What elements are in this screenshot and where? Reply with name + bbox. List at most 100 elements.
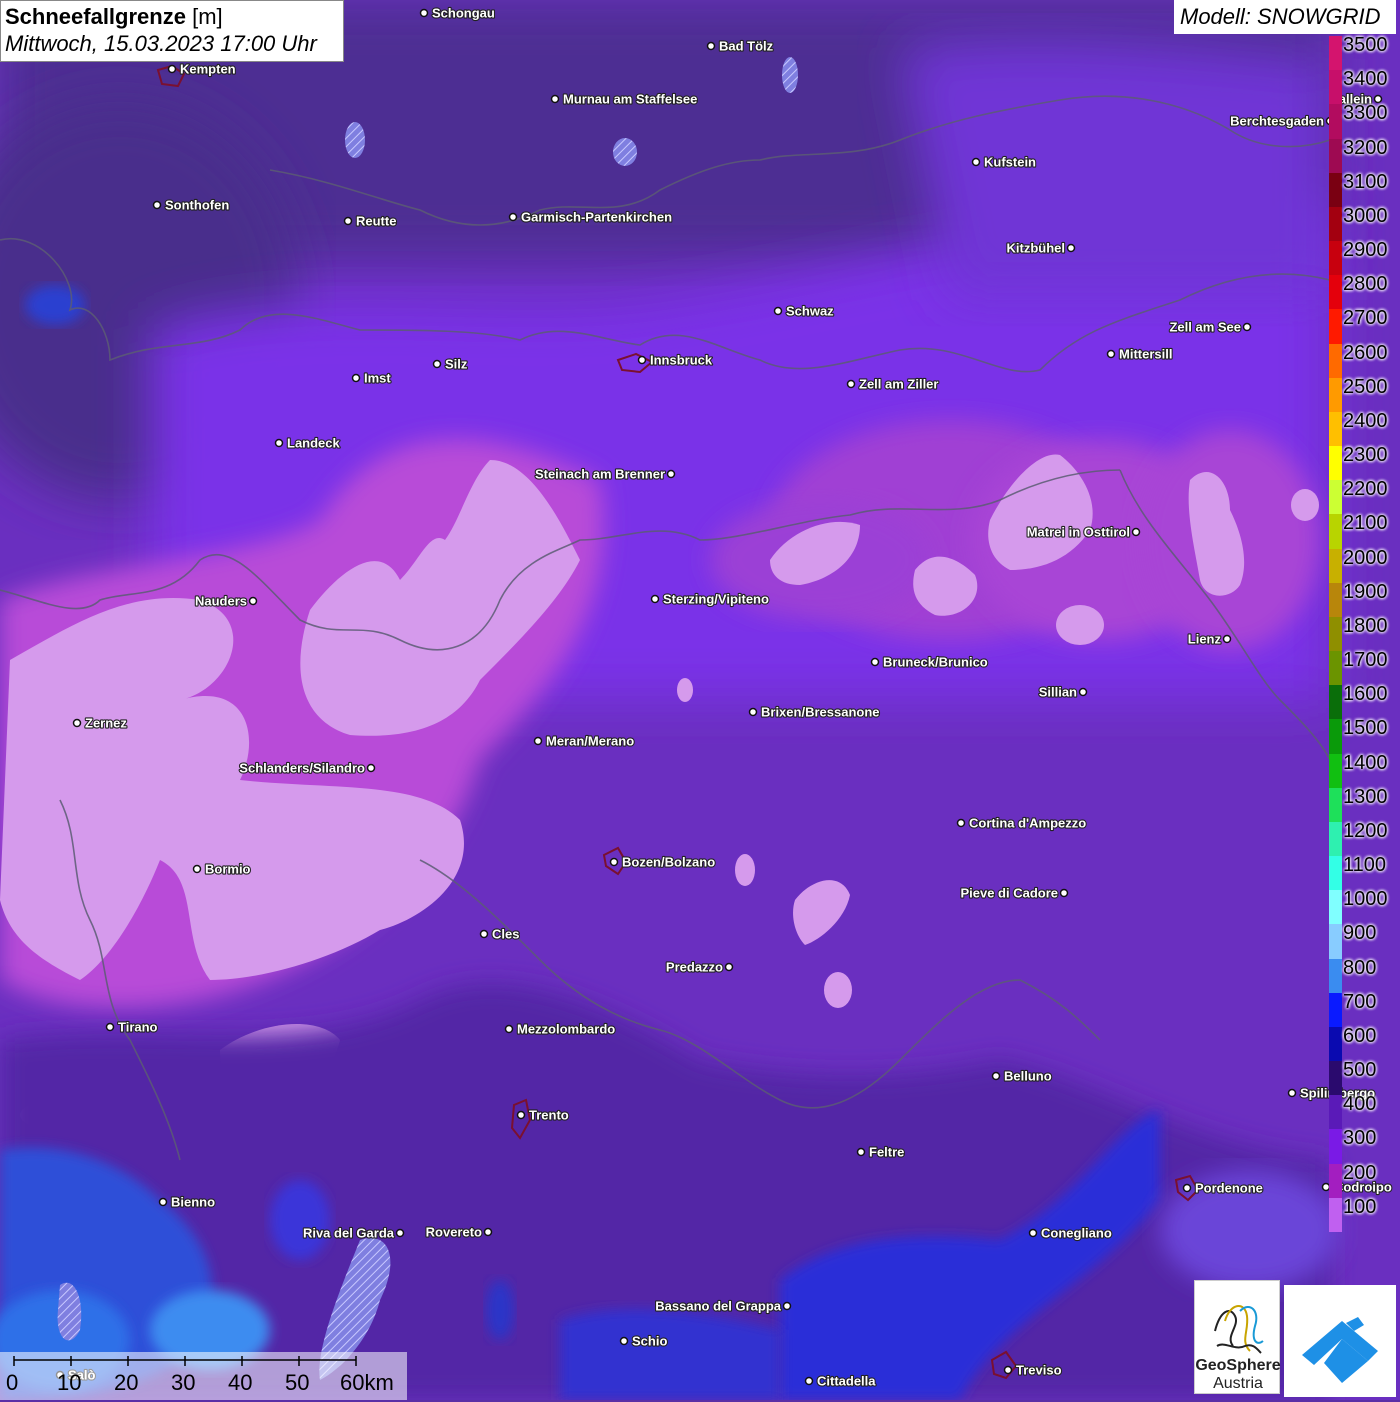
city-label: Kufstein (984, 155, 1036, 170)
city-marker[interactable]: Matrei in Osttirol (1026, 523, 1141, 541)
legend-value-label: 1700 (1343, 649, 1388, 672)
app-logo[interactable] (1284, 1285, 1396, 1397)
legend-value-label: 1300 (1343, 785, 1388, 808)
legend-value-label: 1100 (1343, 854, 1387, 877)
city-dot-icon (724, 962, 734, 972)
city-dot-icon (804, 1376, 814, 1386)
scale-bar: 0 10 20 30 40 50 60km (0, 1352, 407, 1400)
city-marker[interactable]: Schlanders/Silandro (238, 759, 376, 777)
city-marker[interactable]: Bruneck/Brunico (870, 653, 989, 671)
city-marker[interactable]: Meran/Merano (533, 732, 635, 750)
parameter-name: Schneefallgrenze (5, 4, 186, 29)
city-dot-icon (856, 1147, 866, 1157)
city-dot-icon (956, 818, 966, 828)
city-marker[interactable]: Mezzolombardo (504, 1020, 616, 1038)
legend-value-label: 2400 (1343, 409, 1388, 432)
city-label: Schwaz (786, 304, 834, 319)
legend-value-label: 1500 (1343, 717, 1388, 740)
city-dot-icon (1003, 1365, 1013, 1375)
city-dot-icon (432, 359, 442, 369)
city-dot-icon (971, 157, 981, 167)
city-label: Silz (445, 357, 468, 372)
city-label: Zell am See (1169, 320, 1241, 335)
legend-value-label: 2500 (1343, 375, 1388, 398)
city-label: Sillian (1039, 685, 1077, 700)
legend-value-label: 700 (1343, 990, 1377, 1013)
legend-value-label: 400 (1343, 1093, 1377, 1116)
city-marker[interactable]: Berchtesgaden (1229, 112, 1335, 130)
city-marker[interactable]: Schongau (419, 4, 496, 22)
city-label: Sonthofen (165, 198, 229, 213)
city-label: Cortina d'Ampezzo (969, 816, 1086, 831)
city-dot-icon (366, 763, 376, 773)
legend-value-label: 1200 (1343, 819, 1388, 842)
city-dot-icon (105, 1022, 115, 1032)
legend-color-step (1329, 719, 1342, 755)
city-dot-icon (637, 355, 647, 365)
city-marker[interactable]: Cortina d'Ampezzo (956, 814, 1087, 832)
city-marker[interactable]: Predazzo (665, 958, 734, 976)
city-dot-icon (1182, 1183, 1192, 1193)
city-dot-icon (619, 1336, 629, 1346)
city-dot-icon (773, 306, 783, 316)
legend-color-step (1329, 651, 1342, 686)
city-marker[interactable]: Murnau am Staffelsee (550, 90, 698, 108)
city-label: Bienno (171, 1195, 215, 1210)
city-dot-icon (351, 373, 361, 383)
city-label: Tirano (118, 1020, 158, 1035)
city-label: Cles (492, 927, 519, 942)
legend-value-label: 900 (1343, 922, 1377, 945)
city-label: Meran/Merano (546, 734, 634, 749)
city-dot-icon (483, 1227, 493, 1237)
city-label: Treviso (1016, 1363, 1062, 1378)
city-marker[interactable]: Zell am Ziller (846, 375, 940, 393)
city-label: Nauders (195, 594, 247, 609)
city-dot-icon (748, 707, 758, 717)
legend-color-step (1329, 446, 1342, 481)
city-marker[interactable]: Conegliano (1028, 1224, 1113, 1242)
city-label: Cittadella (817, 1374, 876, 1389)
legend-value-label: 3000 (1343, 204, 1388, 227)
city-dot-icon (1222, 634, 1232, 644)
city-marker[interactable]: Brixen/Bressanone (748, 703, 881, 721)
city-marker[interactable]: Cittadella (804, 1372, 877, 1390)
city-marker[interactable]: Zell am See (1168, 318, 1252, 336)
legend-value-label: 2200 (1343, 478, 1388, 501)
city-marker[interactable]: Pordenone (1182, 1179, 1264, 1197)
city-marker[interactable]: Kitzbühel (1005, 239, 1076, 257)
snowline-map[interactable]: Schongau Bad Tölz Kempten Murnau am Staffel… (0, 0, 1400, 1400)
color-legend: 3500 3400 3300 3200 3100 3000 2900 2800 2700 2600… (1329, 34, 1400, 1233)
map-datetime: Mittwoch, 15.03.2023 17:00 Uhr (5, 31, 317, 56)
city-marker[interactable]: Bassano del Grappa (654, 1297, 792, 1315)
city-marker[interactable]: Riva del Garda (302, 1224, 405, 1242)
model-label: Modell: SNOWGRID (1174, 0, 1396, 34)
city-marker[interactable]: Sonthofen (152, 196, 230, 214)
legend-value-label: 1400 (1343, 751, 1388, 774)
city-label: Predazzo (666, 960, 723, 975)
city-label: Pieve di Cadore (960, 886, 1058, 901)
brand-name: GeoSphere (1195, 1357, 1281, 1374)
city-marker[interactable]: Rovereto (425, 1223, 493, 1241)
legend-color-step (1329, 309, 1342, 345)
legend-value-label: 2000 (1343, 546, 1388, 569)
city-label: Mezzolombardo (517, 1022, 615, 1037)
city-marker[interactable]: Pieve di Cadore (959, 884, 1069, 902)
city-marker[interactable]: Sterzing/Vipiteno (650, 590, 770, 608)
city-marker[interactable]: Garmisch-Partenkirchen (508, 208, 673, 226)
city-marker[interactable]: Innsbruck (637, 351, 714, 369)
city-label: Feltre (869, 1145, 904, 1160)
legend-value-label: 3300 (1343, 102, 1388, 125)
geosphere-logo[interactable]: GeoSphere Austria (1194, 1280, 1281, 1394)
legend-value-label: 800 (1343, 956, 1377, 979)
city-marker[interactable]: Steinach am Brenner (534, 465, 676, 483)
city-marker[interactable]: Bozen/Bolzano (609, 853, 716, 871)
legend-color-step (1329, 1061, 1342, 1096)
city-dot-icon (479, 929, 489, 939)
scale-tick-label: 50 (285, 1370, 310, 1395)
map-title: Schneefallgrenze [m] (5, 4, 339, 30)
legend-value-label: 3100 (1343, 170, 1388, 193)
city-dot-icon (533, 736, 543, 746)
legend-color-step (1329, 1129, 1342, 1165)
city-label: Schlanders/Silandro (239, 761, 365, 776)
city-dot-icon (1106, 349, 1116, 359)
